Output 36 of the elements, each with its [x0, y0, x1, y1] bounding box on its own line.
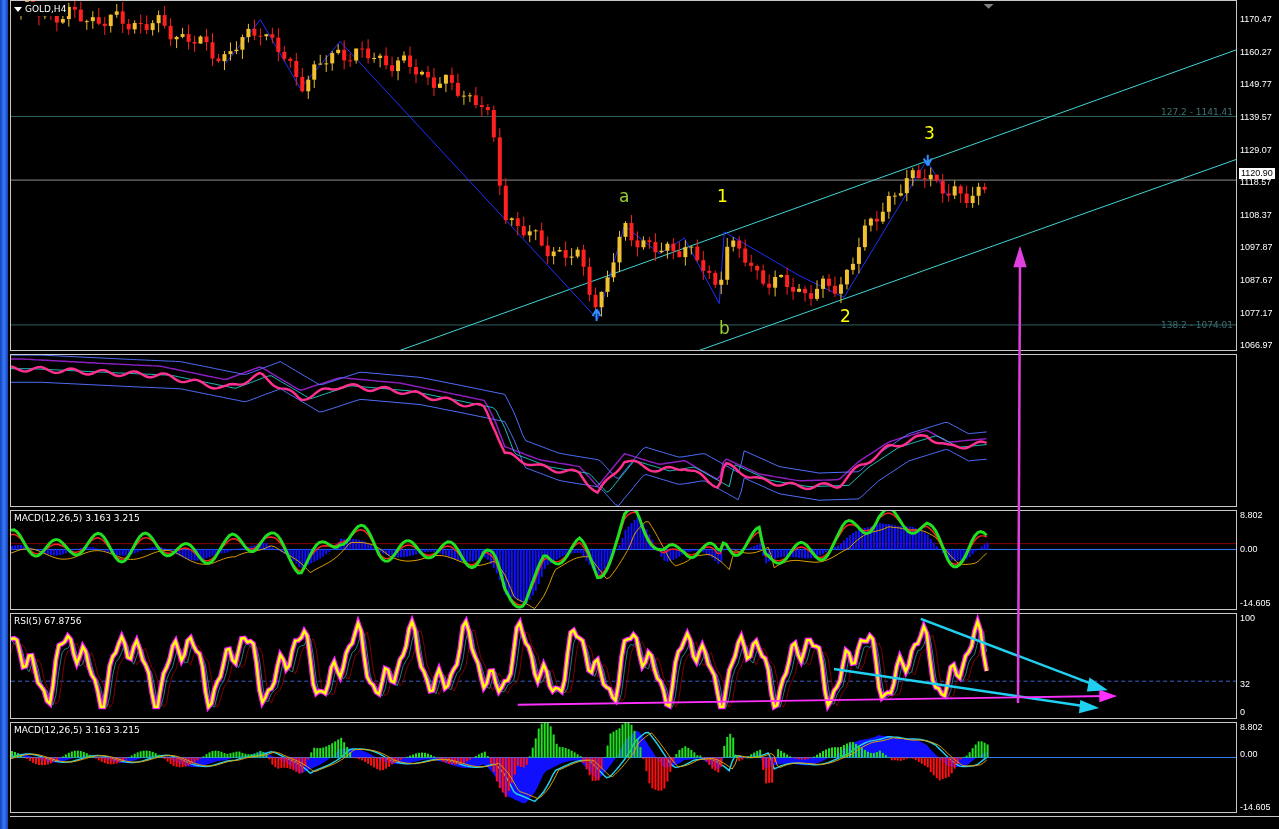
- axis-label: 0.00: [1239, 543, 1258, 555]
- price-label: 1087.67: [1239, 275, 1274, 286]
- indicator-title: MACD(12,26,5) 3.163 3.215: [14, 724, 140, 735]
- wave-label: 1: [717, 186, 728, 206]
- axis-label: -14.605: [1239, 801, 1271, 813]
- axis-label: 0: [1239, 707, 1245, 719]
- price-label: 1108.37: [1239, 209, 1273, 221]
- axis-label: 8.802: [1239, 509, 1263, 521]
- price-label: 1077.17: [1239, 307, 1274, 319]
- wave-label: a: [619, 186, 630, 206]
- axis-label: 0.00: [1239, 748, 1258, 760]
- price-label: 1066.97: [1239, 340, 1274, 352]
- indicator-title: MACD(12,26,5) 3.163 3.215: [14, 512, 140, 523]
- price-label: 1160.27: [1239, 46, 1273, 58]
- wave-label: 2: [840, 306, 851, 326]
- chart-title: GOLD,H4: [25, 4, 67, 14]
- axis-label: 32: [1239, 679, 1250, 691]
- price-label: 1129.07: [1239, 144, 1273, 156]
- up-arrow-icon: [591, 308, 602, 322]
- level-label: 127.2 - 1141.41: [1161, 107, 1233, 117]
- price-label: 1139.57: [1239, 111, 1273, 123]
- current-price-label: 1120.90: [1239, 168, 1275, 179]
- axis-label: 8.802: [1239, 721, 1263, 733]
- wave-label: 3: [924, 123, 935, 143]
- price-label: 1118.57: [1239, 177, 1273, 189]
- down-arrow-icon: [922, 153, 933, 167]
- price-label: 1097.87: [1239, 242, 1274, 254]
- axis-label: -14.605: [1239, 597, 1271, 609]
- wave-label: b: [719, 318, 730, 338]
- price-label: 1170.47: [1239, 14, 1273, 25]
- axis-label: 100: [1239, 613, 1256, 625]
- level-label: 138.2 - 1074.01: [1161, 320, 1233, 330]
- indicator-title: RSI(5) 67.8756: [14, 616, 82, 627]
- price-label: 1149.77: [1239, 79, 1273, 91]
- triangle-icon: [983, 3, 994, 9]
- caret-icon[interactable]: [14, 6, 22, 12]
